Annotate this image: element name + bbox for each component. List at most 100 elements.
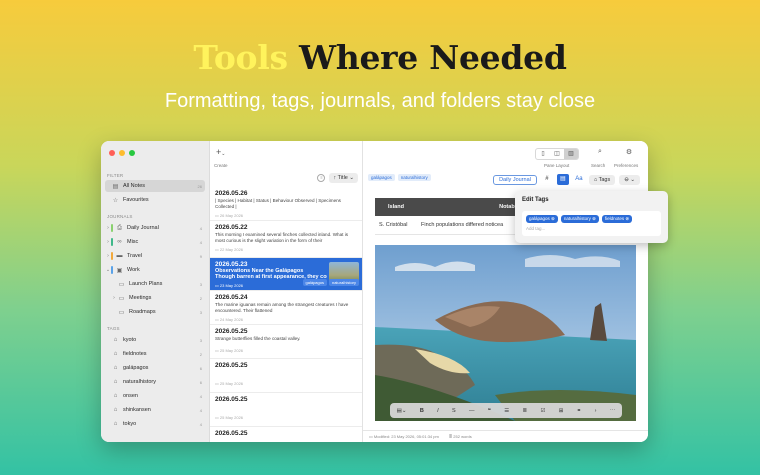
- note-item[interactable]: 2026.05.25 Strange butterflies filled th…: [210, 325, 362, 359]
- tag-icon: ⌂: [113, 421, 118, 427]
- sidebar-item-label: Travel: [127, 253, 143, 259]
- search-icon[interactable]: ⌕: [593, 148, 607, 156]
- sidebar-tag-onsen[interactable]: ⌂ onsen 4: [105, 390, 205, 402]
- sidebar-item-all-notes[interactable]: ▤ All Notes 26: [105, 180, 205, 192]
- create-label: Create: [214, 163, 228, 168]
- sidebar-item-daily-journal[interactable]: › ⎙ Daily Journal 4: [105, 222, 205, 234]
- sidebar-item-count: 3: [199, 337, 202, 343]
- chevron-down-icon: ⌄: [221, 151, 226, 157]
- strikethrough-icon[interactable]: S: [452, 408, 456, 414]
- text-style-icon[interactable]: ▤⌄: [397, 408, 407, 414]
- popover-tag[interactable]: galápagos ⊗: [526, 215, 558, 223]
- zoom-button[interactable]: [129, 150, 135, 156]
- remove-tag-icon[interactable]: ⊗: [625, 216, 629, 221]
- sidebar-item-label: Favourites: [123, 197, 149, 203]
- sidebar-item-label: galápagos: [123, 365, 149, 371]
- hero-subtitle: Formatting, tags, journals, and folders …: [164, 90, 596, 112]
- sidebar-item-count: 3: [199, 281, 202, 287]
- sidebar-item-count: 4: [199, 407, 202, 413]
- hero-title: Tools Where Needed: [0, 38, 760, 77]
- sidebar-item-travel[interactable]: › ▬ Travel 9: [105, 250, 205, 262]
- note-item[interactable]: 2026.05.26 | Species | Habitat | Status …: [210, 187, 362, 221]
- sidebar-tag-fieldnotes[interactable]: ⌂ fieldnotes 2: [105, 348, 205, 360]
- sidebar-item-count: 4: [199, 393, 202, 399]
- pane-layout-control[interactable]: ▯ ◫ ▥: [535, 148, 579, 160]
- sidebar-tag-naturalhistory[interactable]: ⌂ naturalhistory 6: [105, 376, 205, 388]
- tag-icon: ⌂: [113, 379, 118, 385]
- popover-tag-list: galápagos ⊗ naturalhistory ⊗ fieldnotes …: [526, 215, 633, 223]
- note-item[interactable]: 2026.05.25 ▭ 25 May 2026: [210, 359, 362, 393]
- tag-icon: ⌂: [113, 407, 118, 413]
- divider-icon[interactable]: —: [469, 408, 475, 414]
- note-item[interactable]: 2026.05.24 The marine iguanas remain amo…: [210, 291, 362, 325]
- sidebar-item-count: 6: [199, 365, 202, 371]
- note-image: [375, 245, 636, 421]
- note-date: ▭ 25 May 2026: [215, 415, 244, 420]
- tag-editor[interactable]: galápagos ⊗ naturalhistory ⊗ fieldnotes …: [522, 211, 661, 236]
- car-icon: ▬: [116, 253, 123, 259]
- more-button[interactable]: ⊖ ⌄: [619, 174, 640, 185]
- three-pane-icon[interactable]: ▥: [564, 149, 578, 159]
- code-icon[interactable]: ›: [595, 408, 597, 414]
- preferences-label: Preferences: [614, 163, 639, 168]
- numbered-list-icon[interactable]: ≣: [522, 408, 527, 414]
- filter-icon[interactable]: ≡: [317, 174, 326, 182]
- sidebar-item-misc[interactable]: › ∞ Misc 4: [105, 236, 205, 248]
- sidebar-item-count: 6: [199, 379, 202, 385]
- note-tag[interactable]: galápagos: [368, 174, 395, 181]
- remove-tag-icon[interactable]: ⊗: [592, 216, 596, 221]
- hashtag-button[interactable]: #: [541, 174, 553, 185]
- single-pane-icon[interactable]: ▯: [536, 149, 550, 159]
- popover-tag[interactable]: fieldnotes ⊗: [601, 215, 633, 223]
- gear-icon[interactable]: ⚙: [622, 148, 636, 156]
- create-button[interactable]: +⌄: [216, 147, 225, 157]
- sidebar-tag-shinkansen[interactable]: ⌂ shinkansen 4: [105, 404, 205, 416]
- remove-tag-icon[interactable]: ⊗: [551, 216, 555, 221]
- note-title: 2026.05.25: [215, 396, 248, 403]
- minimize-button[interactable]: [119, 150, 125, 156]
- tags-button[interactable]: ⌂ Tags: [588, 174, 616, 185]
- note-tag[interactable]: naturalhistory: [397, 174, 431, 181]
- sidebar-tag-galapagos[interactable]: ⌂ galápagos 6: [105, 362, 205, 374]
- sort-button[interactable]: ↑ Title ⌄: [329, 173, 358, 183]
- note-title: 2026.05.24: [215, 294, 248, 301]
- note-item-selected[interactable]: 2026.05.23 Observations Near the Galápag…: [210, 258, 362, 291]
- bullet-list-icon[interactable]: ☰: [504, 408, 509, 414]
- two-pane-icon[interactable]: ◫: [550, 149, 564, 159]
- sidebar-item-work[interactable]: ⌄ ▣ Work: [105, 264, 205, 276]
- tray-icon: ▤: [112, 183, 119, 190]
- edit-tags-popover: Edit Tags galápagos ⊗ naturalhistory ⊗ f…: [515, 191, 668, 243]
- sidebar-folder-launch-plans[interactable]: ▭ Launch Plans 3: [117, 278, 205, 290]
- folder-icon: ▭: [118, 309, 125, 316]
- add-tag-input[interactable]: Add tag...: [526, 226, 545, 231]
- link-icon[interactable]: ⚭: [577, 408, 582, 414]
- note-item[interactable]: 2026.05.25: [210, 427, 362, 442]
- popover-tag[interactable]: naturalhistory ⊗: [560, 215, 599, 223]
- more-icon[interactable]: ⋯: [610, 408, 616, 414]
- table-icon[interactable]: ⊞: [559, 408, 564, 414]
- document-icon[interactable]: ▤: [556, 174, 569, 185]
- sidebar-item-label: fieldnotes: [123, 351, 147, 357]
- tag-icon: ⌂: [113, 351, 118, 357]
- note-title: 2026.05.25: [215, 328, 248, 335]
- journal-button[interactable]: Daily Journal: [493, 174, 537, 185]
- sidebar-item-count: 4: [199, 225, 202, 231]
- note-item[interactable]: 2026.05.25 ▭ 25 May 2026: [210, 393, 362, 427]
- text-style-button[interactable]: Aa: [573, 174, 585, 185]
- close-button[interactable]: [109, 150, 115, 156]
- italic-icon[interactable]: I: [437, 408, 439, 414]
- sidebar-folder-roadmaps[interactable]: ▭ Roadmaps 3: [117, 306, 205, 318]
- popover-title: Edit Tags: [522, 197, 549, 203]
- checklist-icon[interactable]: ☑: [540, 408, 545, 414]
- bold-icon[interactable]: B: [420, 408, 424, 414]
- sidebar-folder-meetings[interactable]: › ▭ Meetings 2: [111, 292, 205, 304]
- sidebar-item-favourites[interactable]: ☆ Favourites: [105, 194, 205, 206]
- sidebar-tag-kyoto[interactable]: ⌂ kyoto 3: [105, 334, 205, 346]
- note-tag-row: galápagos naturalhistory: [368, 174, 431, 181]
- note-preview: | Species | Habitat | Status | Behaviour…: [215, 198, 341, 209]
- quote-icon[interactable]: ❝: [488, 408, 491, 414]
- sidebar-tag-tokyo[interactable]: ⌂ tokyo 4: [105, 418, 205, 430]
- note-item[interactable]: 2026.05.22 This morning I examined sever…: [210, 221, 362, 258]
- folder-icon: ▭: [118, 281, 125, 288]
- search-label: Search: [591, 163, 606, 168]
